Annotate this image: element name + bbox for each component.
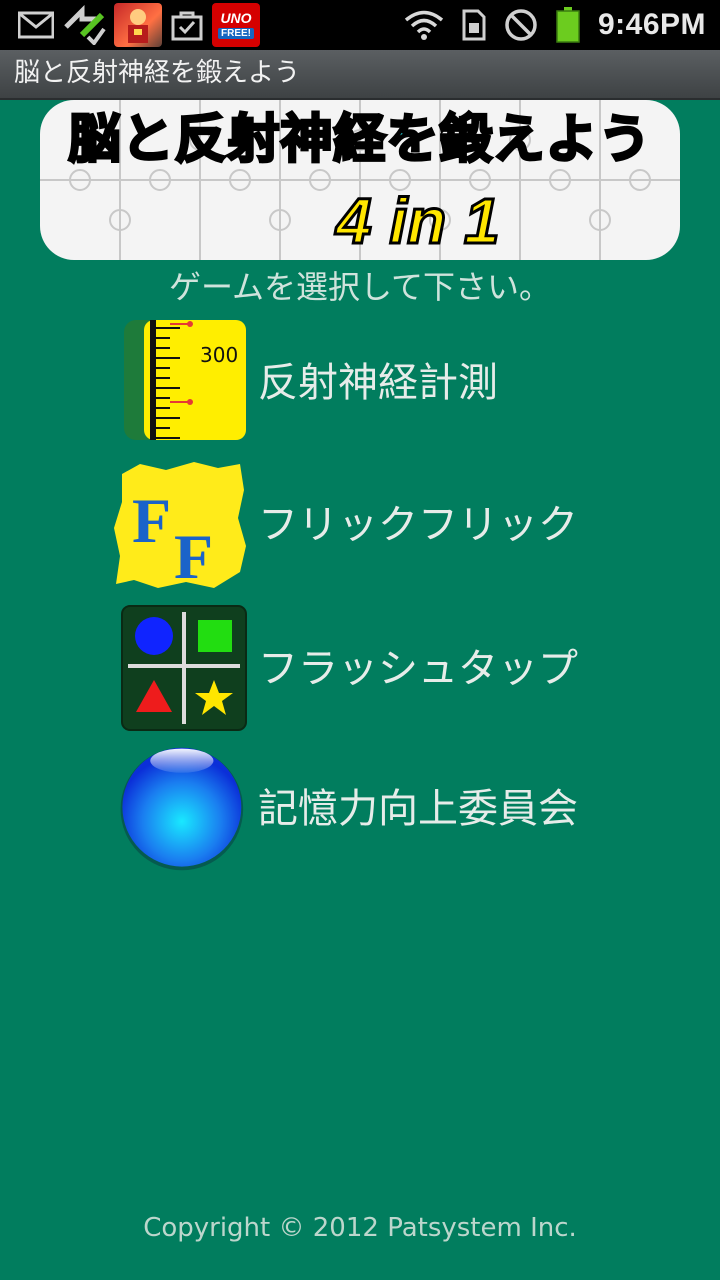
ff-letter-1: F (132, 485, 171, 556)
banner-title: 脳と反射神経を鍛えよう (67, 109, 652, 172)
sync-icon (64, 5, 106, 45)
ff-letter-2: F (174, 521, 213, 590)
banner-subtitle: 4 in 1 (335, 185, 502, 258)
menu-item-memory-committee[interactable]: 記憶力向上委員会 (110, 744, 630, 874)
status-bar: UNO FREE! 9:46PM (0, 0, 720, 50)
wifi-icon (404, 10, 444, 40)
uno-app-icon: UNO FREE! (212, 3, 260, 47)
blue-orb-icon (120, 747, 244, 871)
uno-label: UNO (220, 10, 252, 26)
select-game-prompt: ゲームを選択して下さい。 (168, 268, 552, 306)
sim-icon (462, 9, 486, 41)
menu-item-flash-tap[interactable]: フラッシュタップ (110, 604, 630, 734)
menu-label-reflex-measure: 反射神経計測 (258, 360, 498, 406)
ff-icon: F F (114, 462, 246, 590)
menu-label-flick-flick: フリックフリック (258, 502, 578, 548)
battery-icon (556, 7, 580, 43)
menu-item-reflex-measure[interactable]: 300 反射神経計測 (110, 318, 630, 448)
ruler-icon: 300 (124, 320, 246, 440)
game-app-icon (114, 3, 162, 47)
menu-item-flick-flick[interactable]: F F フリックフリック (110, 460, 630, 590)
menu-label-flash-tap: フラッシュタップ (258, 646, 578, 692)
copyright-footer: Copyright © 2012 Patsystem Inc. (143, 1213, 577, 1243)
gmail-icon (18, 11, 54, 39)
notification-area[interactable]: UNO FREE! (18, 3, 260, 47)
banner-image: 脳と反射神経を鍛えよう 4 in 1 (40, 100, 680, 260)
ruler-value: 300 (200, 343, 238, 367)
clock: 9:46PM (597, 8, 706, 41)
uno-sub-label: FREE! (218, 28, 254, 39)
title-bar: 脳と反射神経を鍛えよう (0, 50, 720, 100)
shapes-grid-icon (121, 605, 247, 731)
menu-label-memory-committee: 記憶力向上委員会 (258, 786, 578, 832)
checkbox-bag-icon (171, 11, 203, 41)
system-icons: 9:46PM (404, 0, 706, 50)
do-not-disturb-icon (505, 9, 537, 41)
app-title: 脳と反射神経を鍛えよう (14, 58, 301, 88)
